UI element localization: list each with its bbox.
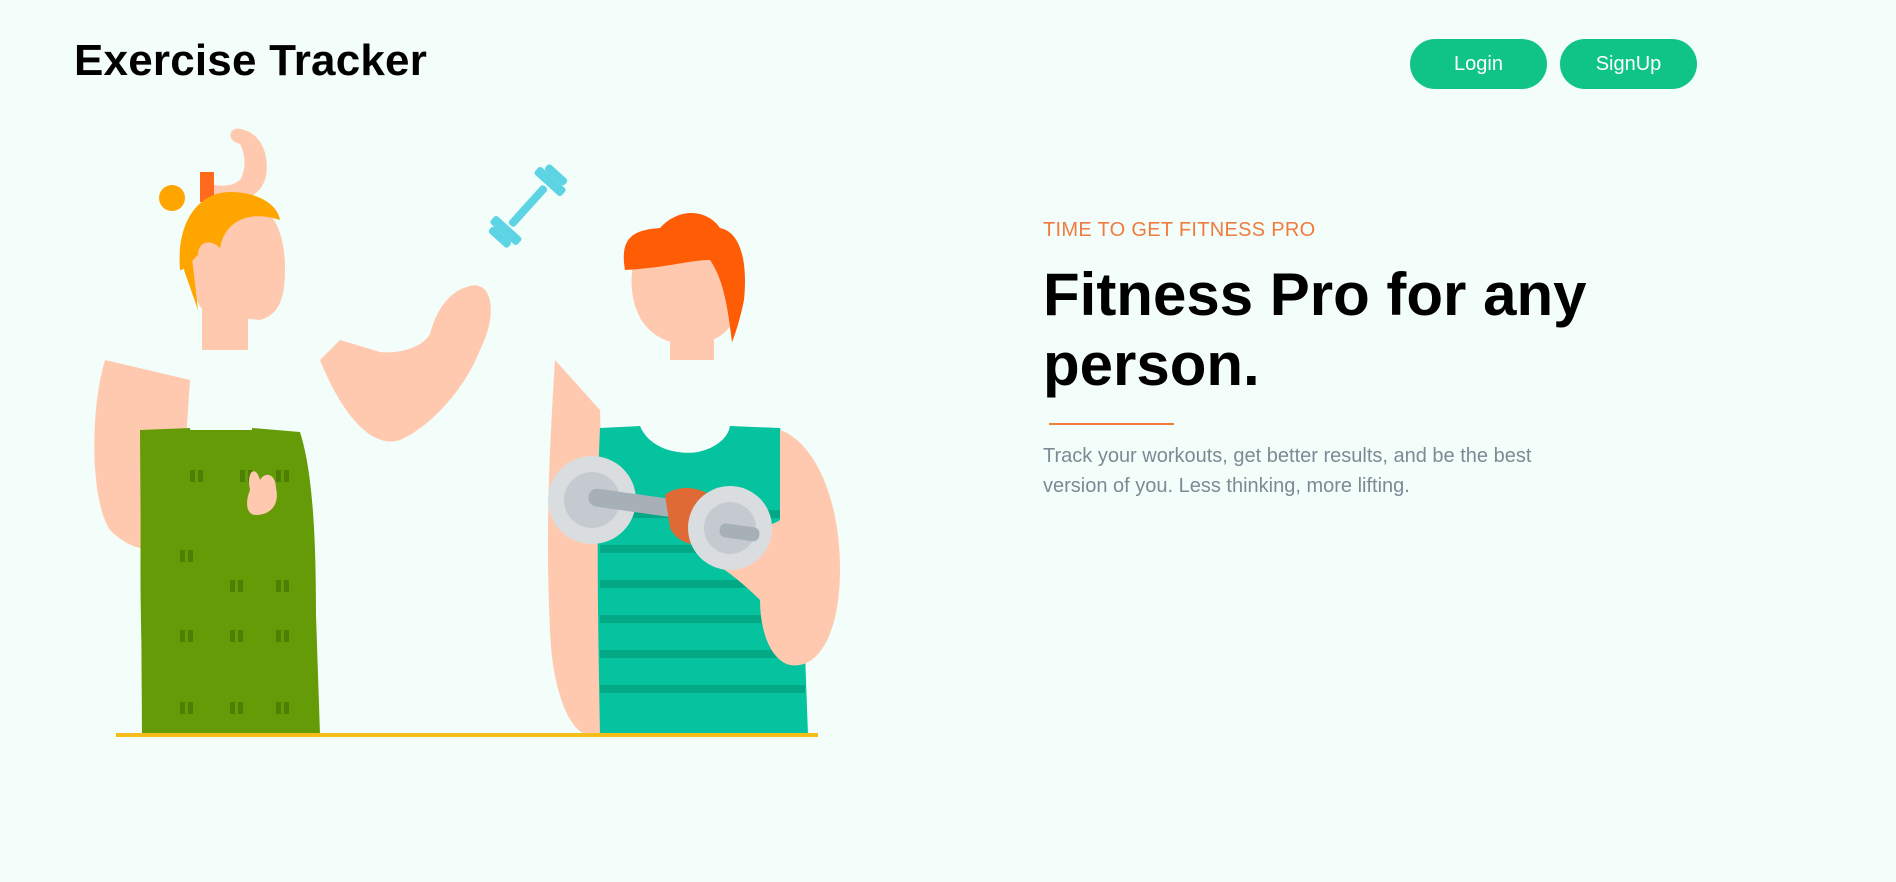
hero-eyebrow: TIME TO GET FITNESS PRO [1043,219,1316,241]
fitness-illustration [94,128,840,737]
hero-description: Track your workouts, get better results,… [1043,445,1532,497]
landing-page: Exercise Tracker Login SignUp TIME TO GE… [0,0,1896,882]
accent-divider [1049,423,1174,425]
floor-line [116,733,818,737]
hero-headline: Fitness Pro for any person. [1043,261,1587,398]
flexed-bicep-icon [200,128,267,203]
man-teal-tank-top-with-dumbbell [547,212,840,735]
brand-title: Exercise Tracker [74,36,428,85]
man-green-tank-top [94,185,491,735]
auth-nav: Login SignUp [1410,39,1697,89]
signup-button[interactable]: SignUp [1560,39,1697,89]
login-button[interactable]: Login [1410,39,1547,89]
dumbbell-icon [488,164,568,248]
hero-section: TIME TO GET FITNESS PRO Fitness Pro for … [1043,219,1683,501]
